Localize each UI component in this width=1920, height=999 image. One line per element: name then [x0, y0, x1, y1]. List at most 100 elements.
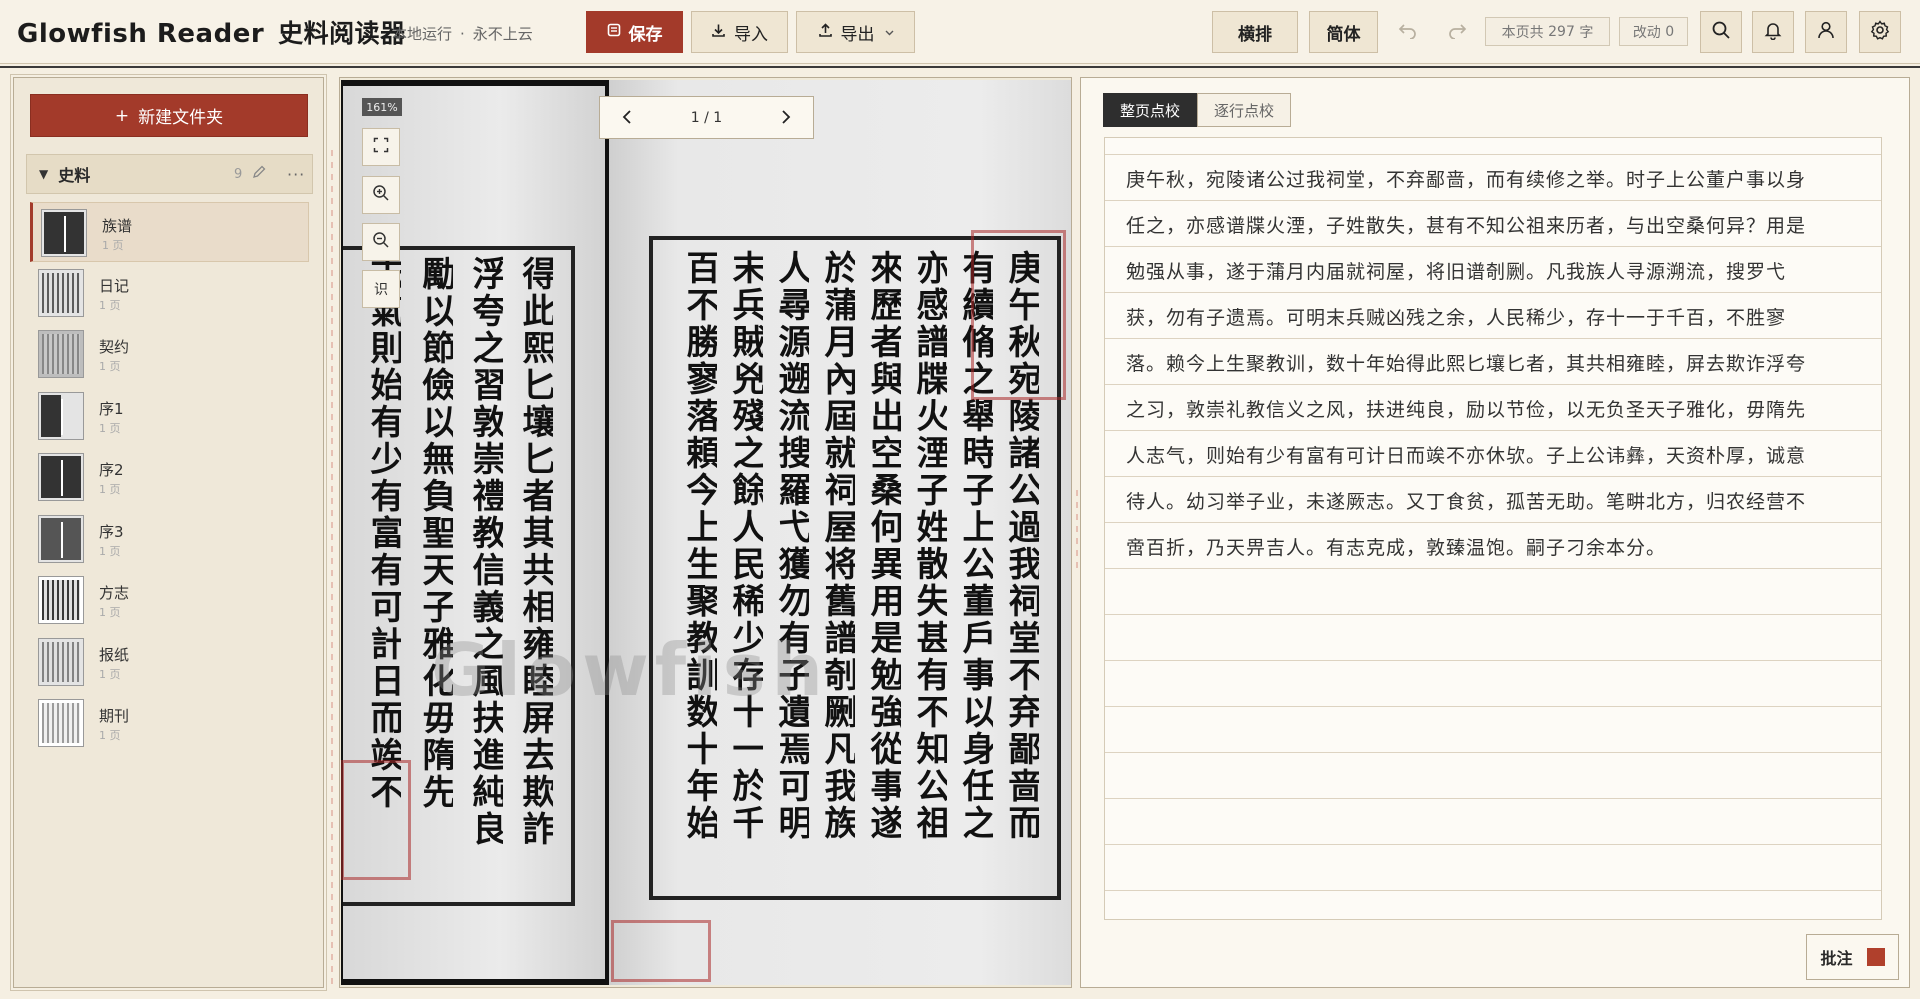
doc-name: 日记	[99, 277, 130, 295]
header-divider	[0, 66, 1920, 68]
proofread-text-editor[interactable]: 庚午秋，宛陵诸公过我祠堂，不弃鄙啬，而有续修之举。时子上公董户事以身 任之，亦感…	[1104, 137, 1882, 920]
zoom-in-button[interactable]	[362, 176, 400, 214]
doc-pages: 1 页	[99, 668, 121, 681]
layout-toggle-button[interactable]: 横排	[1212, 11, 1298, 53]
notifications-button[interactable]	[1752, 11, 1794, 53]
tab-line-proofread[interactable]: 逐行点校	[1197, 93, 1292, 127]
list-item-doc[interactable]: 日记 1 页	[30, 263, 309, 323]
red-seal-stamp	[341, 760, 411, 880]
list-item-doc[interactable]: 族谱 1 页	[30, 202, 309, 262]
list-item-doc[interactable]: 报纸 1 页	[30, 632, 309, 692]
text-line: 落。赖今上生聚教训，数十年始得此熙匕壤匕者，其共相雍睦，屏去欺诈浮夸	[1126, 353, 1807, 375]
user-icon	[1816, 20, 1836, 44]
viewer-resize-handle[interactable]	[1076, 490, 1078, 570]
save-button[interactable]: 保存	[586, 11, 683, 53]
redo-button[interactable]	[1436, 11, 1478, 53]
scan-column: 亦感譜牒火湮子姓散失甚有不知公祖	[913, 250, 947, 842]
undo-icon	[1398, 20, 1418, 45]
scan-column: 人尋源遡流搜羅弋獲勿有子遺焉可明	[775, 250, 809, 842]
list-item-doc[interactable]: 契约 1 页	[30, 324, 309, 384]
search-icon	[1711, 20, 1731, 44]
edit-pencil-icon[interactable]	[252, 165, 266, 183]
ruled-line	[1105, 338, 1881, 339]
ruled-line	[1105, 292, 1881, 293]
doc-name: 方志	[99, 584, 130, 602]
ruled-line	[1105, 660, 1881, 661]
red-seal-stamp	[971, 230, 1066, 400]
redo-icon	[1447, 20, 1467, 45]
search-button[interactable]	[1700, 11, 1742, 53]
thumbnail-image	[38, 515, 84, 563]
text-line: 待人。幼习举子业，未遂厥志。又丁食贫，孤苦无助。笔畊北方，归农经营不	[1126, 491, 1807, 513]
doc-pages: 1 页	[99, 606, 121, 619]
script-toggle-button[interactable]: 简体	[1309, 11, 1378, 53]
new-folder-button[interactable]: + 新建文件夹	[30, 94, 308, 137]
annotate-color-swatch	[1866, 948, 1885, 966]
edit-count-label: 改动	[1632, 24, 1661, 41]
list-item-doc[interactable]: 序2 1 页	[30, 447, 309, 507]
scan-column: 末兵賊兇殘之餘人民稀少存十一於千	[729, 250, 763, 842]
scan-watermark: Glowfish	[431, 628, 829, 712]
ruled-line	[1105, 844, 1881, 845]
ruled-line	[1105, 200, 1881, 201]
ruled-line	[1105, 384, 1881, 385]
app-header: Glowfish Reader 史料阅读器 本地运行 · 永不上云 保存 导入 导出 …	[0, 0, 1920, 64]
text-line: 之习，敦崇礼教信义之风，扶进纯良，励以节俭，以无负圣天子雅化，毋隋先	[1126, 399, 1807, 421]
ruled-line	[1105, 614, 1881, 615]
annotate-button[interactable]: 批注	[1806, 934, 1899, 980]
chevron-right-icon[interactable]	[781, 106, 791, 130]
ocr-button[interactable]: 识	[362, 270, 400, 308]
folder-name: 史料	[58, 166, 91, 185]
thumbnail-image	[38, 576, 84, 624]
document-scan[interactable]: 得此熙匕壤匕者其共相雍睦屏去欺詐 浮夸之習敦崇禮教信義之風扶進純良 勵以節儉以無…	[341, 80, 1071, 985]
list-item-doc[interactable]: 方志 1 页	[30, 570, 309, 630]
import-button[interactable]: 导入	[691, 11, 788, 53]
doc-name: 族谱	[102, 217, 133, 235]
brand-name: Glowfish Reader	[17, 19, 265, 49]
export-button[interactable]: 导出	[796, 11, 915, 53]
bell-icon	[1763, 20, 1783, 44]
thumbnail-image	[38, 699, 84, 747]
undo-button[interactable]	[1387, 11, 1429, 53]
download-icon	[711, 23, 726, 42]
new-folder-label: 新建文件夹	[138, 108, 224, 128]
doc-name: 序3	[99, 523, 124, 541]
tab-page-proofread[interactable]: 整页点校	[1103, 93, 1198, 127]
edit-count: 改动 0	[1619, 17, 1688, 46]
text-line: 任之，亦感谱牒火湮，子姓散失，甚有不知公祖来历者，与出空桑何异？用是	[1126, 215, 1807, 237]
list-item-doc[interactable]: 期刊 1 页	[30, 693, 309, 753]
folder-header[interactable]: ▼ 史料 9 ···	[26, 154, 313, 194]
scan-column: 浮夸之習敦崇禮教信義之風扶進純良	[469, 256, 503, 848]
doc-pages: 1 页	[99, 729, 121, 742]
zoom-out-button[interactable]	[362, 223, 400, 261]
text-line: 啻百折，乃天畀吉人。有志克成，敦臻温饱。嗣子刁余本分。	[1126, 537, 1667, 559]
page-count-unit: 字	[1579, 24, 1594, 41]
gear-icon	[1869, 19, 1891, 45]
text-line: 人志气，则始有少有富有可计日而竢不亦休欤。子上公讳彝，天资朴厚，诚意	[1126, 445, 1807, 467]
account-button[interactable]	[1805, 11, 1847, 53]
app-brand: Glowfish Reader 史料阅读器	[17, 14, 406, 50]
list-item-doc[interactable]: 序1 1 页	[30, 386, 309, 446]
doc-pages: 1 页	[99, 360, 121, 373]
brand-name-cn: 史料阅读器	[278, 19, 406, 48]
fit-screen-button[interactable]	[362, 128, 400, 166]
doc-name: 期刊	[99, 707, 130, 725]
ruled-line	[1105, 890, 1881, 891]
zoom-in-icon	[372, 184, 390, 206]
page-char-count: 本页共 297 字	[1485, 17, 1610, 46]
list-item-doc[interactable]: 序3 1 页	[30, 509, 309, 569]
ruled-line	[1105, 752, 1881, 753]
chevron-down-icon	[885, 26, 894, 39]
annotate-label: 批注	[1820, 949, 1853, 968]
doc-name: 契约	[99, 338, 130, 356]
settings-button[interactable]	[1859, 11, 1901, 53]
plus-icon: +	[114, 105, 130, 126]
collapse-triangle-icon[interactable]: ▼	[39, 167, 48, 181]
page-count-value: 297	[1548, 23, 1575, 40]
chevron-left-icon[interactable]	[622, 106, 632, 130]
doc-pages: 1 页	[102, 239, 124, 252]
proofread-tabs: 整页点校 逐行点校	[1103, 93, 1292, 127]
more-icon[interactable]: ···	[287, 165, 305, 184]
scan-column: 百不勝寥落頼今上生聚教訓数十年始	[683, 250, 717, 842]
sidebar-resize-handle[interactable]	[331, 150, 333, 990]
